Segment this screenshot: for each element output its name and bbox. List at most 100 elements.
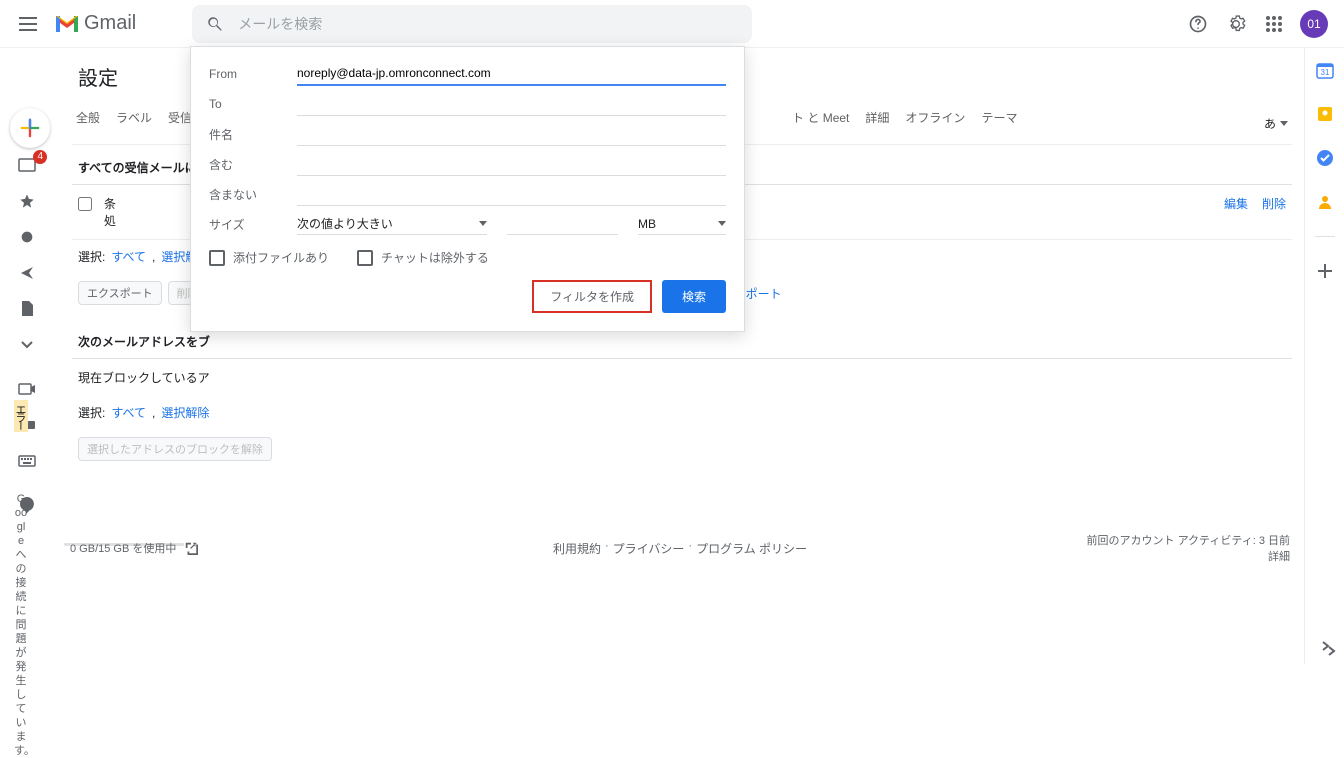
- has-attach-label: 添付ファイルあり: [233, 249, 329, 266]
- calendar-icon[interactable]: 31: [1315, 60, 1335, 80]
- subject-label: 件名: [209, 126, 297, 143]
- storage-text: 0 GB/15 GB を使用中: [70, 540, 176, 556]
- policies-link[interactable]: プログラム ポリシー: [696, 540, 807, 557]
- has-attachment-checkbox[interactable]: 添付ファイルあり: [209, 249, 329, 266]
- size-operator-select[interactable]: 次の値より大きい: [297, 213, 487, 235]
- footer: 0 GB/15 GB を使用中 利用規約· プライバシー· プログラム ポリシー…: [70, 532, 1290, 564]
- filter-action-label: 処: [104, 212, 204, 229]
- keep-icon[interactable]: [1315, 104, 1335, 124]
- size-unit-text: MB: [638, 217, 656, 231]
- gmail-logo[interactable]: Gmail: [54, 12, 136, 35]
- from-input[interactable]: [297, 62, 726, 86]
- select-label-2: 選択:: [78, 404, 105, 421]
- header: Gmail メールを検索 01: [0, 0, 1344, 48]
- help-icon[interactable]: [1186, 12, 1210, 36]
- footer-right: 前回のアカウント アクティビティ: 3 日前 詳細: [1087, 532, 1290, 564]
- filter-conditions: 条 処: [104, 195, 204, 229]
- inbox-badge: 4: [33, 150, 47, 164]
- subject-row: 件名: [209, 119, 726, 149]
- size-unit-select[interactable]: MB: [638, 213, 726, 235]
- from-row: From: [209, 59, 726, 89]
- tab-general[interactable]: 全般: [76, 103, 100, 144]
- blocked-desc: 現在ブロックしているア: [72, 359, 1292, 396]
- corner-chevron-icon[interactable]: [1324, 644, 1338, 658]
- delete-link[interactable]: 削除: [1262, 195, 1286, 212]
- right-rail: 31: [1304, 48, 1344, 664]
- has-input[interactable]: [297, 153, 726, 176]
- row-actions: 編集 削除: [1224, 195, 1286, 212]
- select-none-link-2[interactable]: 選択解除: [161, 404, 209, 421]
- details-link[interactable]: 詳細: [1087, 548, 1290, 564]
- left-rail: 4 エラー Google への接続に問題が発生しています。: [0, 48, 54, 664]
- avatar[interactable]: 01: [1300, 10, 1328, 38]
- size-value-input[interactable]: [507, 213, 618, 235]
- filter-checkbox[interactable]: [78, 197, 92, 211]
- svg-text:31: 31: [1320, 68, 1329, 77]
- to-label: To: [209, 97, 297, 111]
- search-button[interactable]: 検索: [662, 280, 726, 313]
- search-placeholder: メールを検索: [238, 14, 322, 34]
- drafts-icon[interactable]: [15, 300, 39, 318]
- exclude-chat-checkbox[interactable]: チャットは除外する: [357, 249, 489, 266]
- activity-text: 前回のアカウント アクティビティ: 3 日前: [1087, 532, 1290, 548]
- search-icon: [206, 15, 224, 33]
- snoozed-icon[interactable]: [15, 228, 39, 246]
- settings-icon[interactable]: [1224, 12, 1248, 36]
- open-external-icon[interactable]: [184, 541, 198, 555]
- lang-label: あ: [1264, 109, 1276, 138]
- unblock-button: 選択したアドレスのブロックを解除: [78, 437, 272, 461]
- tab-labels[interactable]: ラベル: [116, 103, 152, 144]
- edit-link[interactable]: 編集: [1224, 195, 1248, 212]
- select-all-link[interactable]: すべて: [111, 248, 146, 265]
- filter-popup: From To 件名 含む 含まない サイズ 次の値より大きい MB: [190, 46, 745, 332]
- starred-icon[interactable]: [15, 192, 39, 210]
- filter-cond-label: 条: [104, 195, 204, 212]
- from-label: From: [209, 67, 297, 81]
- subject-input[interactable]: [297, 123, 726, 146]
- compose-button[interactable]: [10, 108, 50, 148]
- terms-link[interactable]: 利用規約: [553, 540, 601, 557]
- tab-advanced[interactable]: 詳細: [865, 103, 889, 144]
- has-label: 含む: [209, 156, 297, 173]
- sidebar-icons: 4: [0, 156, 54, 514]
- meet-icon[interactable]: [15, 380, 39, 398]
- contacts-icon[interactable]: [1315, 192, 1335, 212]
- privacy-link[interactable]: プライバシー: [613, 540, 685, 557]
- tab-meet[interactable]: ト と Meet: [792, 103, 849, 144]
- header-right: 01: [1186, 10, 1328, 38]
- add-addon-icon[interactable]: [1315, 261, 1335, 281]
- error-pill: エラー: [14, 400, 28, 432]
- select-label: 選択:: [78, 248, 105, 265]
- export-button[interactable]: エクスポート: [78, 281, 162, 305]
- create-filter-button[interactable]: フィルタを作成: [532, 280, 652, 313]
- search-bar[interactable]: メールを検索: [192, 5, 752, 43]
- inbox-icon[interactable]: 4: [15, 156, 39, 174]
- exclude-chat-label: チャットは除外する: [381, 249, 489, 266]
- size-row: サイズ 次の値より大きい MB: [209, 209, 726, 239]
- google-connection-msg: Google への接続に問題が発生しています。: [14, 492, 28, 758]
- checkbox-row: 添付ファイルあり チャットは除外する: [209, 249, 726, 266]
- blocked-section-title: 次のメールアドレスをブ: [72, 333, 1292, 359]
- to-row: To: [209, 89, 726, 119]
- tab-themes[interactable]: テーマ: [981, 103, 1017, 144]
- sent-icon[interactable]: [15, 264, 39, 282]
- select-row-2: 選択: すべて, 選択解除: [72, 396, 1292, 429]
- keyboard-icon[interactable]: [15, 452, 39, 470]
- gmail-logo-text: Gmail: [84, 12, 136, 35]
- tab-offline[interactable]: オフライン: [905, 103, 965, 144]
- nothas-row: 含まない: [209, 179, 726, 209]
- apps-icon[interactable]: [1262, 12, 1286, 36]
- expand-icon[interactable]: [15, 336, 39, 354]
- select-all-link-2[interactable]: すべて: [111, 404, 146, 421]
- language-selector[interactable]: あ: [1264, 103, 1288, 144]
- nothas-label: 含まない: [209, 186, 297, 203]
- popup-buttons: フィルタを作成 検索: [209, 280, 726, 313]
- unblock-row: 選択したアドレスのブロックを解除: [72, 429, 1292, 469]
- tasks-icon[interactable]: [1315, 148, 1335, 168]
- size-label: サイズ: [209, 216, 297, 233]
- footer-center: 利用規約· プライバシー· プログラム ポリシー: [553, 540, 807, 557]
- nothas-input[interactable]: [297, 183, 726, 206]
- to-input[interactable]: [297, 93, 726, 116]
- has-words-row: 含む: [209, 149, 726, 179]
- menu-icon[interactable]: [16, 12, 40, 36]
